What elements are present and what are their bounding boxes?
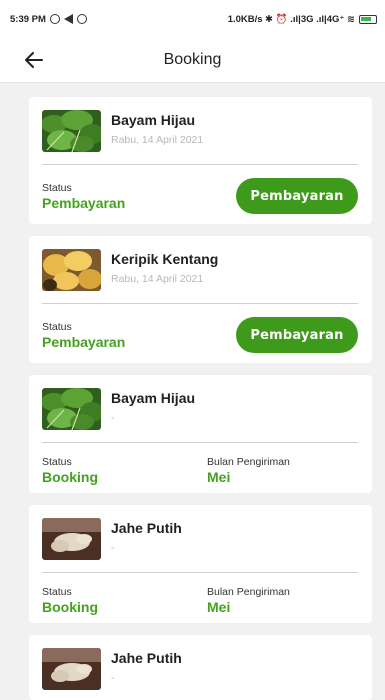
booking-date: Rabu, 14 April 2021 bbox=[111, 134, 204, 146]
status-indicators: 1.0KB/s ✱ ⏰ .ıl|3G .ıl|4G⁺ ≋ bbox=[227, 13, 355, 25]
sync-icon bbox=[76, 14, 87, 24]
divider bbox=[42, 164, 358, 165]
product-name: Jahe Putih bbox=[111, 650, 182, 666]
booking-card[interactable]: Jahe Putih - bbox=[29, 635, 372, 700]
product-image-ginger bbox=[42, 648, 101, 690]
product-name: Jahe Putih bbox=[111, 520, 182, 536]
booking-list[interactable]: Bayam Hijau Rabu, 14 April 2021 Status P… bbox=[0, 83, 385, 700]
status-time: 5:39 PM bbox=[10, 13, 46, 25]
booking-card[interactable]: Keripik Kentang Rabu, 14 April 2021 Stat… bbox=[29, 236, 372, 363]
status-value: Pembayaran bbox=[42, 333, 126, 350]
product-image-spinach bbox=[42, 110, 101, 152]
booking-date: - bbox=[111, 542, 115, 554]
divider bbox=[42, 572, 358, 573]
status-label: Status bbox=[42, 456, 72, 468]
booking-date: Rabu, 14 April 2021 bbox=[111, 273, 204, 285]
delivery-month-value: Mei bbox=[207, 469, 231, 485]
back-arrow-icon bbox=[25, 52, 43, 68]
send-icon bbox=[63, 14, 73, 24]
status-bar: 5:39 PM 1.0KB/s ✱ ⏰ .ıl|3G .ıl|4G⁺ ≋ bbox=[0, 0, 385, 38]
product-image-spinach bbox=[42, 388, 101, 430]
battery-icon bbox=[359, 14, 377, 24]
notification-icon bbox=[49, 14, 60, 24]
booking-date: - bbox=[111, 672, 115, 684]
booking-card[interactable]: Bayam Hijau - Status Booking Bulan Pengi… bbox=[29, 375, 372, 493]
payment-button[interactable]: Pembayaran bbox=[236, 178, 358, 214]
status-label: Status bbox=[42, 586, 72, 598]
product-image-ginger bbox=[42, 518, 101, 560]
product-name: Bayam Hijau bbox=[111, 112, 196, 128]
page-title: Booking bbox=[163, 51, 222, 68]
delivery-month-label: Bulan Pengiriman bbox=[207, 456, 290, 468]
product-name: Bayam Hijau bbox=[111, 390, 196, 406]
payment-button[interactable]: Pembayaran bbox=[236, 317, 358, 353]
status-value: Booking bbox=[42, 599, 98, 615]
divider bbox=[42, 303, 358, 304]
back-button[interactable] bbox=[22, 49, 46, 71]
booking-card[interactable]: Jahe Putih - Status Booking Bulan Pengir… bbox=[29, 505, 372, 623]
booking-date: - bbox=[111, 412, 115, 424]
divider bbox=[42, 442, 358, 443]
product-name: Keripik Kentang bbox=[111, 251, 219, 267]
status-value: Pembayaran bbox=[42, 194, 126, 211]
booking-card[interactable]: Bayam Hijau Rabu, 14 April 2021 Status P… bbox=[29, 97, 372, 224]
product-image-chips bbox=[42, 249, 101, 291]
delivery-month-value: Mei bbox=[207, 599, 231, 615]
delivery-month-label: Bulan Pengiriman bbox=[207, 586, 290, 598]
app-bar: Booking bbox=[0, 38, 385, 83]
status-label: Status bbox=[42, 181, 72, 194]
status-value: Booking bbox=[42, 469, 98, 485]
status-label: Status bbox=[42, 320, 72, 333]
